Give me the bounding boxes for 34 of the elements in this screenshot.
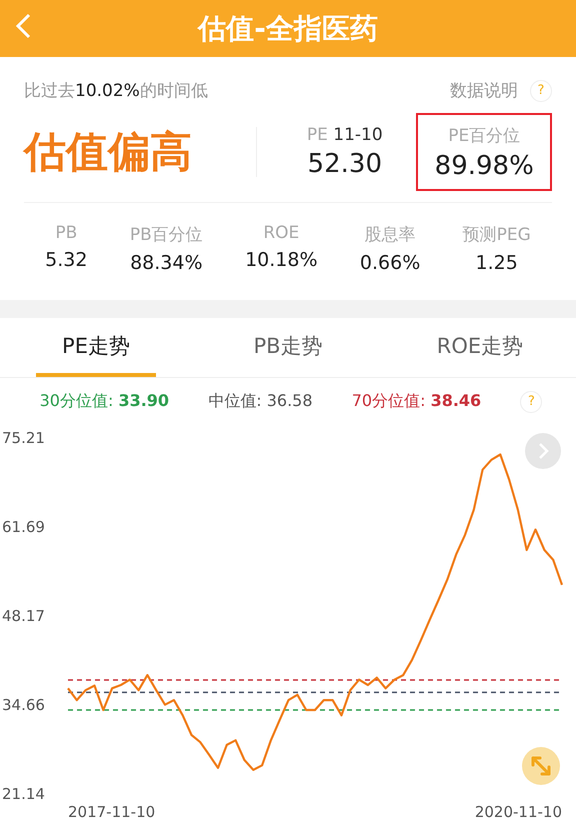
y-tick-label: 21.14	[2, 785, 45, 803]
percentile-legend: 30分位值: 33.90	[40, 391, 170, 412]
metric-label: PB	[55, 223, 78, 243]
pe-date: 11-10	[333, 125, 383, 145]
chart-tab[interactable]: PB走势	[228, 318, 348, 377]
metric-label: 预测PEG	[462, 224, 531, 246]
x-tick-label: 2017-11-10	[68, 803, 156, 821]
pe-percentile-label: PE百分位	[448, 124, 520, 146]
metric-value: 10.18%	[245, 249, 318, 271]
metric-label: ROE	[263, 223, 300, 243]
percentile-legend: 70分位值: 38.46	[352, 391, 482, 412]
y-tick-label: 34.66	[2, 696, 45, 714]
page-title: 估值-全指医药	[198, 10, 378, 46]
pe-label: PE	[306, 125, 328, 145]
next-arrow-button[interactable]	[525, 433, 561, 469]
y-tick-label: 61.69	[2, 518, 45, 536]
y-tick-label: 75.21	[2, 429, 45, 447]
metric-value: 5.32	[45, 249, 88, 271]
metric-value: 88.34%	[130, 252, 203, 274]
y-tick-label: 48.17	[2, 607, 45, 626]
chart-tab[interactable]: PE走势	[36, 318, 156, 377]
x-tick-label: 2020-11-10	[474, 803, 562, 821]
back-icon[interactable]	[14, 13, 32, 39]
metric-value: 1.25	[476, 252, 518, 274]
pe-value: 52.30	[308, 149, 382, 179]
pe-percentile-value: 89.98%	[434, 150, 534, 180]
metric-label: PB百分位	[130, 224, 203, 246]
expand-button[interactable]	[522, 747, 560, 785]
chart-tab[interactable]: ROE走势	[420, 318, 540, 377]
metric-value: 0.66%	[360, 252, 420, 274]
valuation-note: 比过去10.02%的时间低	[24, 80, 209, 102]
percentile-legend: 中位值: 36.58	[208, 391, 313, 412]
metric-label: 股息率	[364, 224, 416, 246]
valuation-status: 估值偏高	[24, 126, 193, 178]
